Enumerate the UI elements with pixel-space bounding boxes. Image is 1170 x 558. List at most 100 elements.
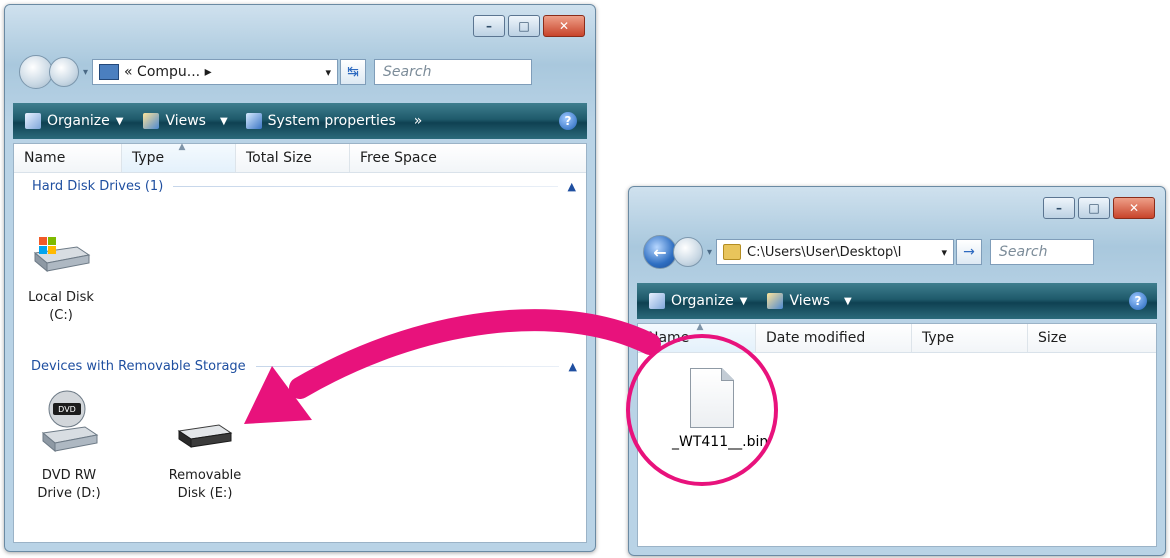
chevron-down-icon: ▼ — [219, 115, 228, 127]
refresh-icon: ↹ — [347, 64, 359, 80]
navigation-bar: ← ▾ C:\Users\User\Desktop\I ▾ → Search — [643, 235, 1095, 269]
column-type[interactable]: Type — [912, 324, 1028, 352]
hard-drive-icon — [33, 237, 91, 273]
collapse-chevron-icon[interactable]: ▲ — [568, 180, 576, 193]
column-type[interactable]: ▲ Type — [122, 142, 236, 172]
column-name[interactable]: ▲ Name — [638, 322, 756, 352]
minimize-button[interactable]: – — [473, 15, 505, 37]
system-properties-button[interactable]: System properties — [245, 113, 396, 129]
folder-icon — [723, 244, 742, 260]
close-button[interactable]: ✕ — [1113, 197, 1155, 219]
column-free-space[interactable]: Free Space — [350, 144, 462, 172]
column-label: Free Space — [360, 150, 437, 166]
views-label: Views — [165, 113, 206, 129]
search-placeholder: Search — [999, 244, 1048, 260]
column-name[interactable]: Name — [14, 144, 122, 172]
help-button[interactable]: ? — [1129, 292, 1147, 310]
forward-button[interactable] — [673, 237, 703, 267]
organize-label: Organize — [671, 293, 734, 309]
drive-removable-disk-e[interactable]: Removable Disk (E:) — [163, 415, 247, 503]
views-button[interactable]: Views ▼ — [143, 113, 228, 129]
refresh-button[interactable]: ↹ — [340, 59, 367, 85]
more-commands-icon: » — [413, 113, 423, 129]
recent-pages-dropdown[interactable]: ▾ — [83, 67, 88, 78]
help-icon: ? — [1134, 294, 1142, 308]
computer-window: – □ ✕ ▾ « Compu... ▸ ▾ ↹ Search Organize… — [4, 4, 596, 552]
navigation-bar: ▾ « Compu... ▸ ▾ ↹ Search — [19, 55, 533, 89]
address-dropdown-icon[interactable]: ▾ — [942, 246, 948, 259]
drive-label: DVD RW Drive (D:) — [37, 468, 101, 501]
column-header-row: ▲ Name Date modified Type Size — [638, 322, 1156, 353]
group-label: Hard Disk Drives (1) — [32, 179, 164, 194]
organize-label: Organize — [47, 113, 110, 129]
command-bar: Organize ▼ Views ▼ ? — [637, 283, 1157, 319]
svg-text:DVD: DVD — [58, 405, 76, 414]
file-wt411-bin[interactable]: _WT411__.bin — [672, 368, 769, 450]
drive-local-disk-c[interactable]: Local Disk (C:) — [19, 233, 103, 325]
address-bar[interactable]: « Compu... ▸ ▾ — [92, 59, 339, 85]
group-divider — [173, 186, 558, 187]
go-button[interactable]: → — [956, 239, 983, 265]
help-icon: ? — [564, 114, 572, 128]
sort-ascending-icon: ▲ — [696, 322, 704, 332]
chevron-down-icon: ▼ — [115, 115, 124, 127]
address-dropdown-icon[interactable]: ▾ — [326, 66, 332, 79]
command-bar: Organize ▼ Views ▼ System properties » ? — [13, 103, 587, 139]
group-divider — [255, 366, 559, 367]
column-header-row: Name ▲ Type Total Size Free Space — [14, 142, 586, 173]
organize-button[interactable]: Organize ▼ — [25, 113, 123, 129]
file-label: _WT411__.bin — [672, 434, 769, 450]
column-size[interactable]: Size — [1028, 324, 1152, 352]
column-total-size[interactable]: Total Size — [236, 144, 350, 172]
column-label: Type — [132, 150, 165, 166]
computer-icon — [99, 64, 120, 80]
drive-label: Removable Disk (E:) — [168, 468, 242, 501]
back-arrow-icon: ← — [653, 242, 667, 262]
forward-button[interactable] — [49, 57, 79, 87]
file-icon — [690, 368, 734, 428]
system-properties-label: System properties — [267, 113, 396, 129]
column-date-modified[interactable]: Date modified — [756, 324, 912, 352]
maximize-button[interactable]: □ — [508, 15, 540, 37]
column-label: Name — [648, 330, 690, 346]
column-label: Date modified — [766, 330, 866, 346]
maximize-button[interactable]: □ — [1078, 197, 1110, 219]
sort-ascending-icon: ▲ — [178, 142, 186, 152]
help-button[interactable]: ? — [559, 112, 577, 130]
organize-icon — [649, 293, 665, 309]
dvd-drive-icon: DVD — [41, 390, 99, 453]
column-label: Total Size — [246, 150, 312, 166]
minimize-button[interactable]: – — [1043, 197, 1075, 219]
chevron-down-icon: ▼ — [843, 295, 852, 307]
views-button[interactable]: Views ▼ — [767, 293, 852, 309]
group-removable-storage[interactable]: Devices with Removable Storage ▲ — [31, 359, 577, 374]
views-icon — [143, 113, 160, 129]
window-controls: – □ ✕ — [473, 15, 585, 37]
address-text: C:\Users\User\Desktop\I — [747, 244, 902, 260]
address-text: « Compu... ▸ — [124, 64, 212, 80]
search-input[interactable]: Search — [374, 59, 533, 85]
column-label: Type — [922, 330, 955, 346]
more-commands-button[interactable]: » — [414, 113, 423, 129]
drive-label: Local Disk (C:) — [28, 290, 94, 323]
removable-disk-icon — [177, 424, 233, 448]
collapse-chevron-icon[interactable]: ▲ — [569, 360, 577, 373]
column-label: Name — [24, 150, 66, 166]
back-button[interactable] — [19, 55, 53, 89]
close-button[interactable]: ✕ — [543, 15, 585, 37]
search-placeholder: Search — [383, 64, 432, 80]
address-bar[interactable]: C:\Users\User\Desktop\I ▾ — [716, 239, 955, 265]
group-hard-disk-drives[interactable]: Hard Disk Drives (1) ▲ — [32, 179, 576, 194]
chevron-down-icon: ▼ — [739, 295, 748, 307]
recent-pages-dropdown[interactable]: ▾ — [707, 247, 712, 258]
drive-dvd-rw-d[interactable]: DVD DVD RW Drive (D:) — [29, 389, 109, 503]
views-label: Views — [789, 293, 830, 309]
back-button[interactable]: ← — [643, 235, 677, 269]
organize-icon — [25, 113, 41, 129]
search-input[interactable]: Search — [990, 239, 1095, 265]
go-arrow-icon: → — [963, 244, 975, 260]
organize-button[interactable]: Organize ▼ — [649, 293, 747, 309]
column-label: Size — [1038, 330, 1067, 346]
group-label: Devices with Removable Storage — [31, 359, 246, 374]
views-icon — [767, 293, 784, 309]
